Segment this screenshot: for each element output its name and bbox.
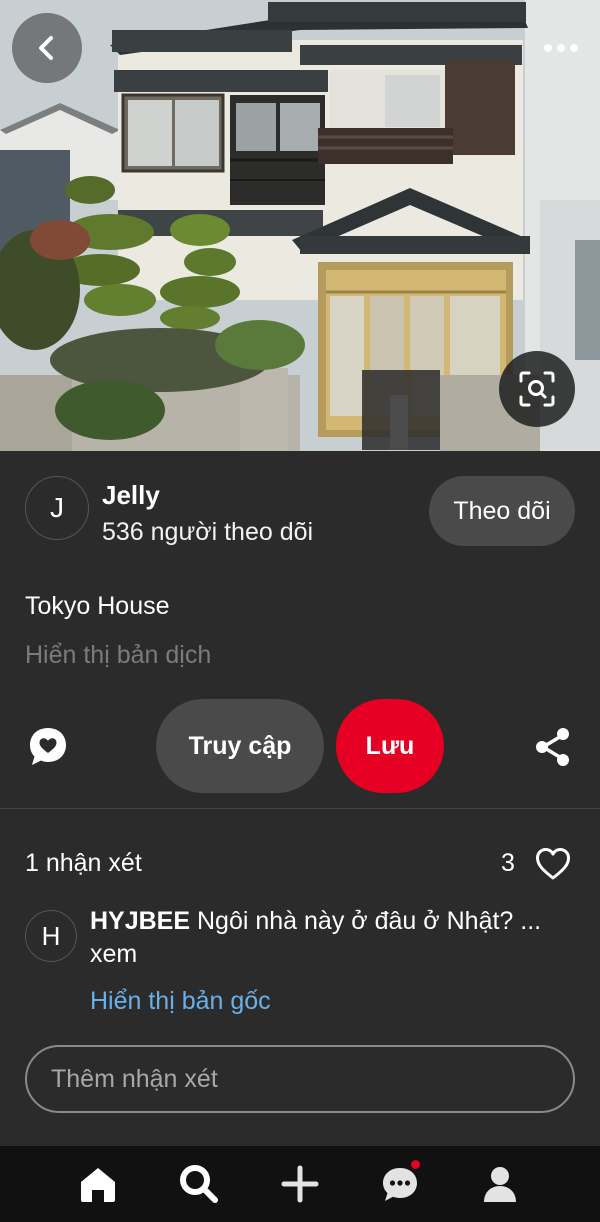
nav-search[interactable] bbox=[177, 1162, 221, 1206]
save-button[interactable]: Lưu bbox=[336, 699, 444, 793]
more-options-button[interactable] bbox=[536, 28, 586, 68]
nav-home[interactable] bbox=[76, 1162, 120, 1206]
pin-title: Tokyo House bbox=[25, 592, 170, 620]
commenter-avatar[interactable]: H bbox=[25, 910, 77, 962]
show-translation-link[interactable]: Hiển thị bản dịch bbox=[25, 641, 211, 670]
comment-heart-icon bbox=[30, 728, 66, 765]
messages-icon bbox=[383, 1168, 417, 1201]
home-icon bbox=[81, 1168, 115, 1202]
bottom-navigation bbox=[0, 1146, 600, 1222]
notification-dot bbox=[411, 1160, 420, 1169]
search-icon bbox=[180, 1165, 218, 1203]
comments-count: 1 nhận xét bbox=[25, 849, 142, 877]
section-divider bbox=[0, 808, 600, 809]
follow-button[interactable]: Theo dõi bbox=[429, 476, 575, 546]
like-button[interactable] bbox=[535, 847, 571, 881]
nav-create[interactable] bbox=[278, 1162, 322, 1206]
nav-profile[interactable] bbox=[478, 1162, 522, 1206]
comment-button[interactable] bbox=[26, 725, 70, 769]
author-follower-count: 536 người theo dõi bbox=[102, 518, 314, 546]
show-original-link[interactable]: Hiển thị bản gốc bbox=[90, 987, 271, 1016]
author-name[interactable]: Jelly bbox=[102, 480, 160, 511]
reaction-count: 3 bbox=[501, 849, 515, 877]
pin-image[interactable] bbox=[0, 0, 600, 451]
add-comment-input[interactable] bbox=[25, 1045, 575, 1113]
plus-icon bbox=[281, 1165, 319, 1203]
heart-icon bbox=[536, 848, 570, 880]
lens-search-icon bbox=[519, 371, 555, 407]
visit-button[interactable]: Truy cập bbox=[156, 699, 324, 793]
share-icon bbox=[536, 728, 569, 766]
share-button[interactable] bbox=[534, 727, 572, 767]
comment-body: HYJBEE Ngôi nhà này ở đâu ở Nhật? ... xe… bbox=[90, 905, 570, 971]
nav-messages[interactable] bbox=[378, 1160, 422, 1206]
profile-icon bbox=[484, 1167, 516, 1202]
visual-search-button[interactable] bbox=[499, 351, 575, 427]
more-dots-icon bbox=[544, 44, 578, 52]
comment-author[interactable]: HYJBEE bbox=[90, 907, 190, 935]
back-button[interactable] bbox=[12, 13, 82, 83]
chevron-left-icon bbox=[39, 36, 53, 60]
author-avatar[interactable]: J bbox=[25, 476, 89, 540]
